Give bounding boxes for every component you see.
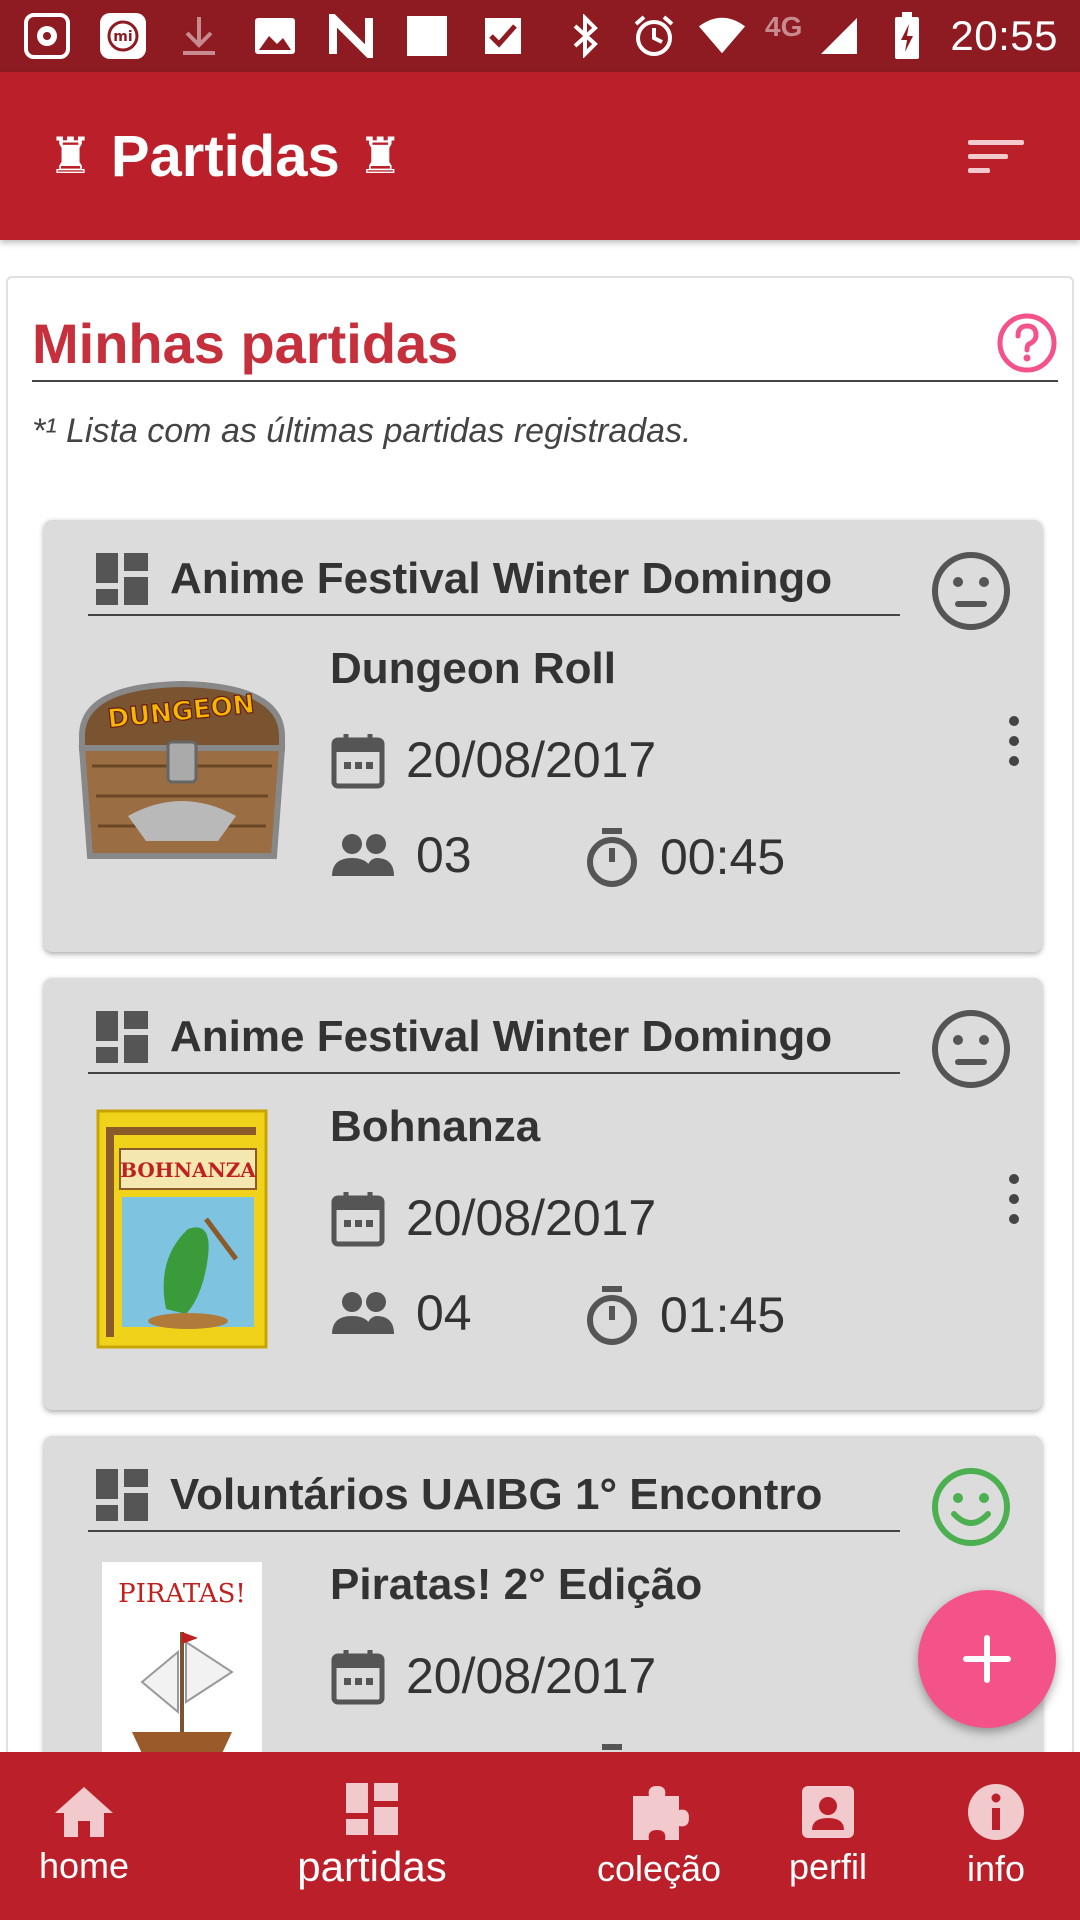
- game-thumbnail-bohnanza: BOHNANZA: [68, 1104, 296, 1354]
- more-options-button[interactable]: [1004, 1174, 1024, 1224]
- rook-icon: ♜: [357, 127, 403, 185]
- thumbnail-logo-text: BOHNANZA: [120, 1158, 256, 1182]
- calendar-icon: [331, 1192, 385, 1247]
- section-header: Minhas partidas: [32, 306, 1058, 382]
- date-value: 20/08/2017: [406, 732, 657, 788]
- nav-item-home[interactable]: home: [20, 1752, 148, 1920]
- happy-face-icon: [930, 1466, 1012, 1548]
- sort-line: [968, 153, 1008, 159]
- card-header: Anime Festival Winter Domingo: [88, 1002, 900, 1074]
- dashboard-icon: [96, 553, 148, 605]
- rook-icon: ♜: [48, 127, 93, 185]
- event-name: Anime Festival Winter Domingo: [170, 554, 833, 603]
- wifi-icon: [697, 11, 747, 61]
- section-title: Minhas partidas: [32, 311, 459, 375]
- alarm-icon: [629, 11, 679, 61]
- svg-text:mi: mi: [113, 29, 132, 45]
- people-icon: [332, 834, 394, 876]
- game-name: Piratas! 2° Edição: [330, 1560, 703, 1609]
- card-header: Anime Festival Winter Domingo: [88, 544, 900, 616]
- thumbnail-logo-text: PIRATAS!: [118, 1579, 246, 1609]
- duration-value: 00:45: [660, 829, 786, 885]
- n-app-icon: [326, 11, 376, 61]
- game-name: Dungeon Roll: [330, 644, 616, 693]
- nav-item-perfil[interactable]: perfil: [772, 1752, 884, 1920]
- date-value: 20/08/2017: [406, 1648, 657, 1704]
- sort-line: [968, 139, 1024, 145]
- event-name: Anime Festival Winter Domingo: [170, 1012, 833, 1061]
- calendar-icon: [331, 734, 385, 789]
- game-name: Bohnanza: [330, 1102, 541, 1151]
- neutral-face-icon: [930, 550, 1012, 632]
- page-title: ♜ Partidas ♜: [48, 123, 403, 190]
- network-type: 4G: [765, 11, 803, 42]
- game-thumbnail-dungeon-roll: DUNGEON: [68, 646, 296, 896]
- sort-line: [968, 167, 990, 173]
- people-icon: [332, 1292, 394, 1334]
- status-bar: mi 4G 20:55: [0, 0, 1080, 72]
- nav-label: home: [38, 1845, 130, 1886]
- clock: 20:55: [950, 12, 1058, 59]
- nav-item-info[interactable]: info: [944, 1752, 1048, 1920]
- battery-charging-icon: [882, 11, 932, 61]
- match-date: 20/08/2017: [330, 730, 656, 790]
- neutral-face-icon: [930, 1008, 1012, 1090]
- matches-panel: Minhas partidas *¹ Lista com as últimas …: [6, 276, 1074, 1756]
- info-icon: [968, 1784, 1024, 1840]
- section-subtitle: *¹ Lista com as últimas partidas registr…: [32, 412, 692, 450]
- app-bar: ♜ Partidas ♜: [0, 72, 1080, 240]
- dashboard-icon: [96, 1011, 148, 1063]
- nav-label: partidas: [297, 1843, 447, 1890]
- player-count: 04: [330, 1284, 472, 1342]
- signal-icon: [814, 11, 864, 61]
- mi-app-icon: mi: [98, 11, 148, 61]
- nav-label: coleção: [596, 1848, 722, 1889]
- players-value: 04: [416, 1285, 472, 1341]
- players-value: 03: [416, 827, 472, 883]
- bottom-navigation: home partidas coleção perfil info: [0, 1752, 1080, 1920]
- nav-item-partidas[interactable]: partidas: [286, 1752, 458, 1920]
- help-icon[interactable]: [996, 312, 1058, 374]
- date-value: 20/08/2017: [406, 1190, 657, 1246]
- event-name: Voluntários UAIBG 1° Encontro: [170, 1470, 823, 1519]
- nav-label: perfil: [788, 1846, 868, 1887]
- match-date: 20/08/2017: [330, 1646, 656, 1706]
- nav-item-colecao[interactable]: coleção: [586, 1752, 732, 1920]
- profile-icon: [802, 1786, 854, 1838]
- dashboard-icon: [346, 1783, 398, 1835]
- player-count: 03: [330, 826, 472, 884]
- add-match-button[interactable]: [918, 1590, 1056, 1728]
- game-thumbnail-piratas: PIRATAS!: [68, 1562, 296, 1754]
- more-options-button[interactable]: [1004, 716, 1024, 766]
- download-icon: [174, 11, 224, 61]
- calendar-icon: [331, 1650, 385, 1705]
- bluetooth-icon: [561, 11, 611, 61]
- match-date: 20/08/2017: [330, 1188, 656, 1248]
- check-app-icon: [478, 11, 528, 61]
- timer-icon: [587, 1286, 637, 1345]
- puzzle-icon: [633, 1786, 689, 1840]
- match-card[interactable]: Anime Festival Winter Domingo BOHNANZA B…: [44, 978, 1042, 1410]
- sort-filter-button[interactable]: [968, 124, 1032, 188]
- card-header: Voluntários UAIBG 1° Encontro: [88, 1460, 900, 1532]
- plus-icon: [963, 1635, 1011, 1683]
- timer-icon: [587, 828, 637, 887]
- dashboard-icon: [96, 1469, 148, 1521]
- page-title-text: Partidas: [110, 123, 340, 189]
- nav-label: info: [966, 1848, 1026, 1889]
- image-icon: [250, 11, 300, 61]
- match-duration: 00:45: [584, 826, 785, 888]
- square-app-icon: [402, 11, 452, 61]
- match-card[interactable]: Voluntários UAIBG 1° Encontro PIRATAS! P…: [44, 1436, 1042, 1754]
- duration-value: 01:45: [660, 1287, 786, 1343]
- match-card[interactable]: Anime Festival Winter Domingo DUNGEON Du…: [44, 520, 1042, 952]
- home-icon: [55, 1787, 113, 1837]
- music-app-icon: [22, 11, 72, 61]
- match-duration: 01:45: [584, 1284, 785, 1346]
